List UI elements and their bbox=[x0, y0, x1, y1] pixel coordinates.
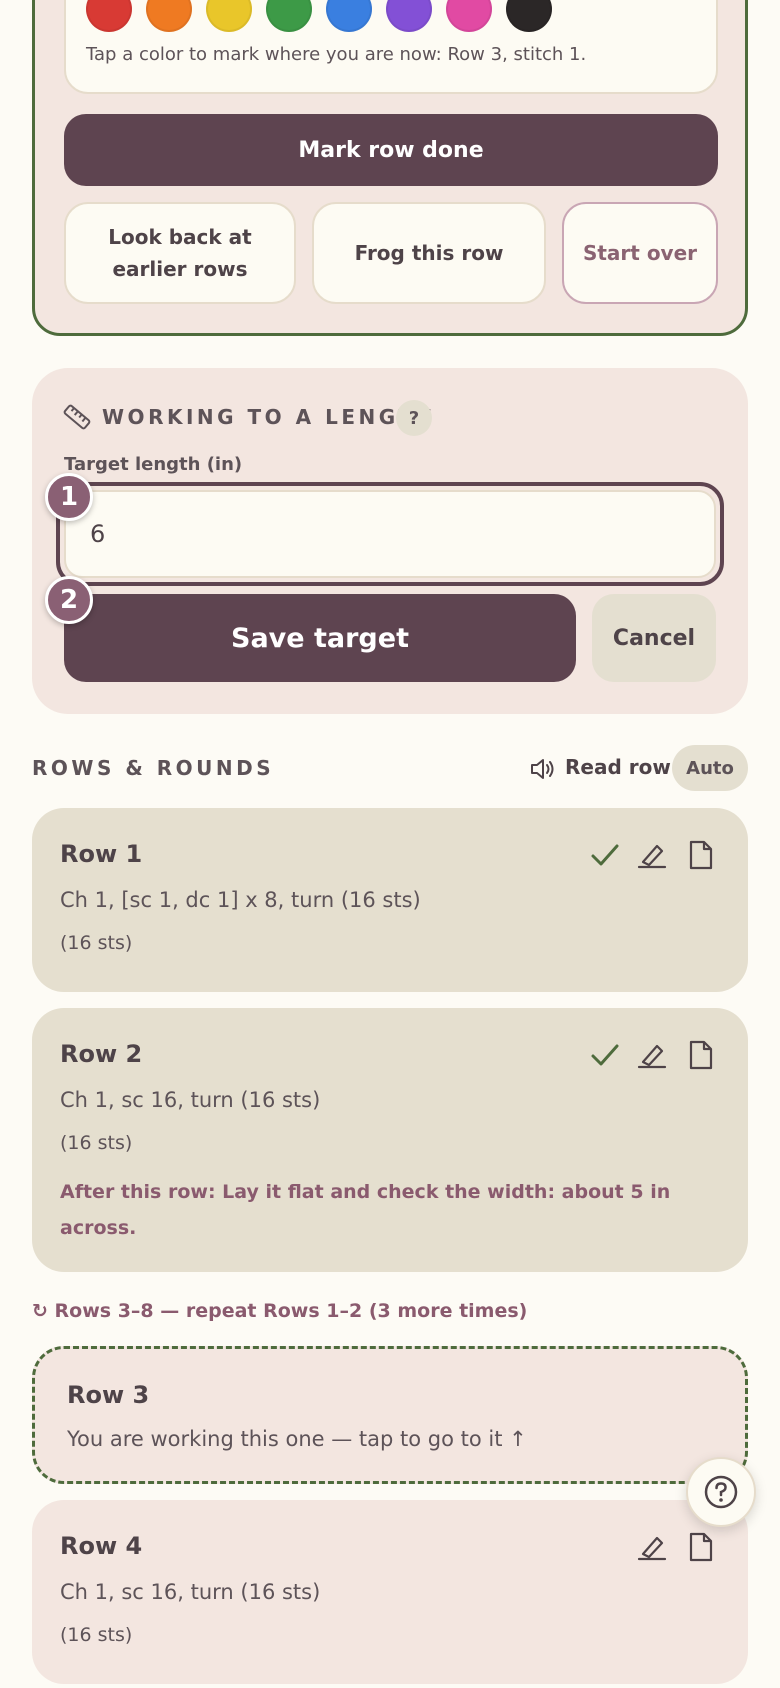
target-length-input[interactable] bbox=[64, 490, 716, 578]
mark-row-done-button[interactable]: Mark row done bbox=[64, 114, 718, 186]
read-row-button[interactable]: Read row bbox=[565, 755, 671, 779]
look-back-button[interactable]: Look back at earlier rows bbox=[64, 202, 296, 304]
speaker-icon[interactable] bbox=[528, 754, 558, 784]
row-title: Row 4 bbox=[60, 1532, 143, 1560]
color-hint-text: Tap a color to mark where you are now: R… bbox=[86, 44, 587, 65]
step-badge-2: 2 bbox=[45, 576, 93, 624]
highlighter-icon[interactable] bbox=[635, 838, 669, 872]
length-help-button[interactable]: ? bbox=[396, 400, 432, 436]
frog-row-button[interactable]: Frog this row bbox=[312, 202, 546, 304]
step-badge-1: 1 bbox=[45, 473, 93, 521]
row-title: Row 1 bbox=[60, 840, 143, 868]
row-instruction: Ch 1, sc 16, turn (16 sts) bbox=[60, 1580, 321, 1604]
row-stitch-count: (16 sts) bbox=[60, 932, 133, 954]
row-stitch-count: (16 sts) bbox=[60, 1624, 133, 1646]
help-fab-button[interactable] bbox=[686, 1457, 756, 1527]
repeat-note: ↻ Rows 3–8 — repeat Rows 1–2 (3 more tim… bbox=[32, 1300, 528, 1322]
current-row-card[interactable]: Row 3 You are working this one — tap to … bbox=[32, 1346, 748, 1484]
target-length-label: Target length (in) bbox=[64, 454, 243, 475]
row-title: Row 2 bbox=[60, 1040, 143, 1068]
highlighter-icon[interactable] bbox=[635, 1530, 669, 1564]
note-icon[interactable] bbox=[684, 1038, 718, 1072]
row-stitch-count: (16 sts) bbox=[60, 1132, 133, 1154]
check-icon[interactable] bbox=[588, 1038, 622, 1072]
check-icon[interactable] bbox=[588, 838, 622, 872]
row-instruction: Ch 1, [sc 1, dc 1] x 8, turn (16 sts) bbox=[60, 888, 421, 912]
row-title: Row 3 bbox=[67, 1381, 150, 1409]
auto-read-toggle[interactable]: Auto bbox=[672, 745, 748, 791]
rows-section-title: ROWS & ROUNDS bbox=[32, 756, 275, 780]
highlighter-icon[interactable] bbox=[635, 1038, 669, 1072]
row-instruction: Ch 1, sc 16, turn (16 sts) bbox=[60, 1088, 321, 1112]
row-card[interactable]: Row 2 Ch 1, sc 16, turn (16 sts) (16 sts… bbox=[32, 1008, 748, 1272]
row-card[interactable]: Row 4 Ch 1, sc 16, turn (16 sts) (16 sts… bbox=[32, 1500, 748, 1684]
note-icon[interactable] bbox=[684, 1530, 718, 1564]
row-card[interactable]: Row 1 Ch 1, [sc 1, dc 1] x 8, turn (16 s… bbox=[32, 808, 748, 992]
save-target-button[interactable]: Save target bbox=[64, 594, 576, 682]
row-checkpoint-note: After this row: Lay it flat and check th… bbox=[60, 1181, 671, 1239]
start-over-button[interactable]: Start over bbox=[562, 202, 718, 304]
current-row-hint: You are working this one — tap to go to … bbox=[67, 1427, 527, 1451]
ruler-icon bbox=[63, 404, 91, 430]
cancel-button[interactable]: Cancel bbox=[592, 594, 716, 682]
length-section-title: WORKING TO A LENGTH bbox=[102, 405, 436, 429]
note-icon[interactable] bbox=[684, 838, 718, 872]
help-circle-icon bbox=[704, 1475, 738, 1509]
target-length-field-focus-ring bbox=[56, 482, 724, 586]
